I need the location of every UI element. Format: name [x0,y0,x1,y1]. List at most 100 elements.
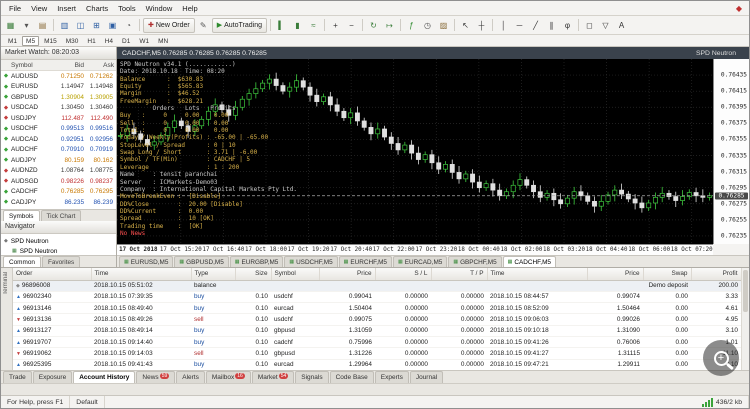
menu-tools[interactable]: Tools [113,3,141,14]
shapes-icon[interactable]: ◻ [582,18,597,33]
terminal-tab-code-base[interactable]: Code Base [329,371,374,383]
scrollbar-thumb[interactable] [743,270,748,312]
terminal-tab-experts[interactable]: Experts [374,371,409,383]
navigator-icon[interactable]: ⊞ [89,18,104,33]
history-row[interactable]: ◆ 96896008 2018.10.15 05:51:02 balance Demo … [13,280,741,292]
column-tp[interactable]: T / P [431,268,488,281]
column-symbol[interactable]: Symbol [271,268,320,281]
metaeditor-icon[interactable]: ✎ [196,18,211,33]
terminal-tab-journal[interactable]: Journal [409,371,444,383]
terminal-tab-alerts[interactable]: Alerts [176,371,205,383]
timeframe-mn[interactable]: MN [154,36,172,46]
terminal-tab-mailbox[interactable]: Mailbox 16 [205,371,251,383]
timeframe-d1[interactable]: D1 [118,36,134,46]
market-watch-icon[interactable]: ▥ [57,18,72,33]
bar-chart-icon[interactable]: ▍ [274,18,289,33]
timeframe-m30[interactable]: M30 [62,36,83,46]
history-row[interactable]: ▲ 96902340 2018.10.15 07:39:35 buy 0.10 usdch… [13,291,741,304]
history-row[interactable]: ▼ 96913136 2018.10.15 08:49:26 sell 0.10 usdc… [13,313,741,326]
new-order-button[interactable]: ✚ New Order [143,17,195,33]
column-price[interactable]: Price [587,268,644,281]
column-swap[interactable]: Swap [643,268,692,281]
horizontal-line-icon[interactable]: ─ [512,18,527,33]
zoom-overlay-button[interactable]: + [703,340,739,376]
tab-common[interactable]: Common [3,256,41,267]
column-price[interactable]: Price [319,268,376,281]
market-watch-row[interactable]: ◆ AUDSGD 0.98226 0.98237 [1,176,116,187]
fibonacci-icon[interactable]: φ [560,18,575,33]
time-axis[interactable]: 17 Oct 2018 17 Oct 15:20 17 Oct 16:40 17 Oc… [117,244,713,255]
trendline-icon[interactable]: ╱ [528,18,543,33]
text-label-icon[interactable]: A [614,18,629,33]
market-watch-row[interactable]: ◆ AUDCHF 0.70910 0.70919 [1,145,116,156]
history-row[interactable]: ▼ 96919062 2018.10.15 09:14:03 sell 0.10 gbpu… [13,347,741,360]
chart-list-dropdown-icon[interactable]: ▾ [19,18,34,33]
terminal-tab-account-history[interactable]: Account History [73,371,136,383]
column-time[interactable]: Time [91,268,192,281]
timeframe-m1[interactable]: M1 [4,36,21,46]
terminal-tab-exposure[interactable]: Exposure [32,371,73,383]
column-bid[interactable]: Bid [51,60,84,70]
history-row[interactable]: ▲ 96913146 2018.10.15 08:49:40 buy 0.10 eurca… [13,302,741,315]
history-row[interactable]: ▲ 96919707 2018.10.15 09:14:40 buy 0.10 cadch… [13,336,741,349]
history-row[interactable]: ▲ 96913127 2018.10.15 08:49:14 buy 0.10 gbpus… [13,325,741,337]
market-watch-row[interactable]: ◆ AUDUSD 0.71250 0.71262 [1,71,116,82]
new-chart-icon[interactable]: ▦ [3,18,18,33]
timeframe-m15[interactable]: M15 [40,36,61,46]
column-profit[interactable]: Profit [691,268,741,281]
templates-icon[interactable]: ▨ [436,18,451,33]
autotrading-button[interactable]: ▶ AutoTrading [211,17,267,33]
menu-view[interactable]: View [26,3,52,14]
market-watch-row[interactable]: ◆ AUDJPY 80.159 80.162 [1,155,116,166]
chart-titlebar[interactable]: CADCHF,M5 0.76285 0.76285 0.76285 0.7628… [117,47,749,59]
timeframe-h1[interactable]: H1 [83,36,99,46]
column-ask[interactable]: Ask [84,60,116,70]
price-axis[interactable]: 0.76435 0.76415 0.76395 0.76375 0.76355 0.763… [713,59,749,244]
indicators-icon[interactable]: ƒ [404,18,419,33]
menu-window[interactable]: Window [141,3,178,14]
menu-help[interactable]: Help [177,3,202,14]
tab-symbols[interactable]: Symbols [3,210,40,221]
terminal-tab-market[interactable]: Market 54 [251,371,295,383]
chart-tab-gbpusd-m5[interactable]: ▦ GBPUSD,M5 [174,256,229,267]
chart-tab-usdchf-m5[interactable]: ▦ USDCHF,M5 [284,256,338,267]
history-scrollbar[interactable] [741,268,749,370]
tab-favorites[interactable]: Favorites [41,256,81,267]
market-watch-row[interactable]: ◆ CADJPY 86.235 86.239 [1,197,116,208]
periods-dropdown-icon[interactable]: ◷ [420,18,435,33]
market-watch-row[interactable]: ◆ USDJPY 112.487 112.490 [1,113,116,124]
market-watch-row[interactable]: ◆ AUDCAD 0.92951 0.92956 [1,134,116,145]
terminal-tab-trade[interactable]: Trade [3,371,32,383]
terminal-tab-signals[interactable]: Signals [295,371,329,383]
chart-tab-eurgbp-m5[interactable]: ▦ EURGBP,M5 [229,256,284,267]
zoom-in-icon[interactable]: + [328,18,343,33]
navigator-item[interactable]: ◆ SPD Neutron [4,236,113,246]
market-watch-row[interactable]: ◆ CADCHF 0.76285 0.76295 [1,187,116,198]
terminal-tab-news[interactable]: News 59 [136,371,176,383]
zoom-out-icon[interactable]: − [344,18,359,33]
line-chart-icon[interactable]: ≈ [306,18,321,33]
auto-scroll-icon[interactable]: ↻ [366,18,381,33]
channel-icon[interactable]: ∥ [544,18,559,33]
market-watch-row[interactable]: ◆ GBPUSD 1.30904 1.30905 [1,92,116,103]
chart-tab-cadchf-m5[interactable]: ▦ CADCHF,M5 [502,256,556,267]
status-profile-cell[interactable]: Default [70,396,105,408]
market-watch-row[interactable]: ◆ USDCAD 1.30450 1.30460 [1,103,116,114]
column-size[interactable]: Size [235,268,272,281]
navigator-item[interactable]: ▦ SPD Neutron [4,246,113,255]
tab-tick-chart[interactable]: Tick Chart [40,210,82,221]
vertical-line-icon[interactable]: │ [496,18,511,33]
timeframe-m5[interactable]: M5 [22,35,40,46]
terminal-side-caption[interactable]: Terminal [1,268,13,370]
candlestick-chart-icon[interactable]: ▮ [290,18,305,33]
chart-tab-eurcad-m5[interactable]: ▦ EURCAD,M5 [392,256,448,267]
market-watch-row[interactable]: ◆ AUDNZD 1.08764 1.08775 [1,166,116,177]
data-window-icon[interactable]: ◫ [73,18,88,33]
menu-charts[interactable]: Charts [81,3,113,14]
timeframe-h4[interactable]: H4 [101,36,117,46]
cursor-icon[interactable]: ↖ [458,18,473,33]
menu-insert[interactable]: Insert [52,3,81,14]
menu-file[interactable]: File [4,3,26,14]
column-symbol[interactable]: Symbol [1,60,51,70]
terminal-icon[interactable]: ▣ [105,18,120,33]
